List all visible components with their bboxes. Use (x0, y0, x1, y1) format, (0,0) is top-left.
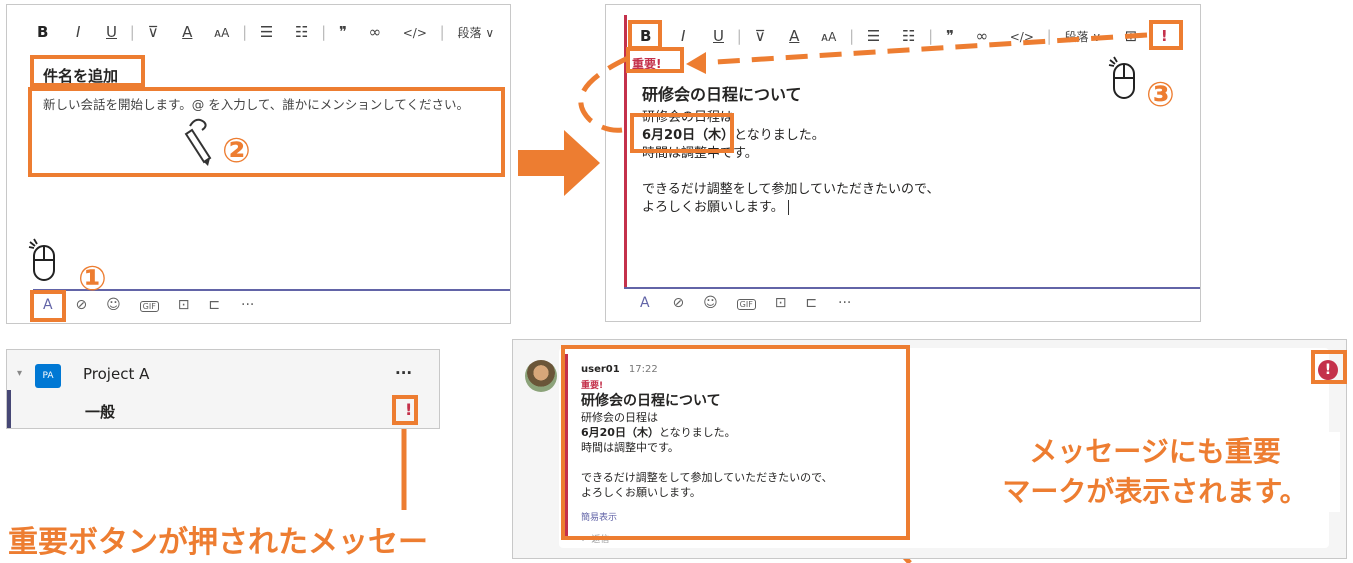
channel-panel: ▾ PA Project A ··· 一般 ! (6, 349, 440, 429)
team-more-button[interactable]: ··· (395, 364, 412, 382)
right-callout-line-2: マークが表示されます。 (1002, 475, 1308, 508)
team-badge: PA (35, 364, 61, 388)
right-callout: メッセージにも重要 マークが表示されます。 (970, 432, 1340, 512)
posted-important-highlight (1311, 350, 1347, 384)
collapse-chevron-icon[interactable]: ▾ (17, 368, 22, 379)
avatar[interactable] (525, 360, 557, 392)
left-callout: 重要ボタンが押されたメッセー (8, 525, 428, 560)
right-callout-line-1: メッセージにも重要 (1029, 435, 1281, 468)
channel-important-highlight (392, 395, 418, 425)
posted-message-highlight (561, 345, 910, 540)
channel-selected-bar (7, 390, 11, 428)
mouse-icon (1108, 56, 1135, 99)
team-name[interactable]: Project A (83, 365, 149, 383)
channel-name[interactable]: 一般 (85, 401, 115, 422)
step-3-marker: ③ (1146, 75, 1175, 115)
